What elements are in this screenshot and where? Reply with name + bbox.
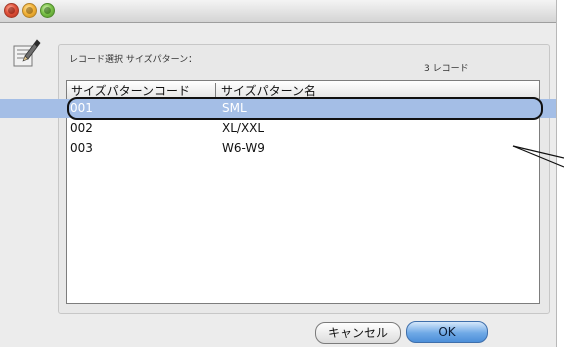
table-row[interactable]: 003 W6-W9	[66, 139, 538, 158]
column-divider[interactable]	[215, 83, 216, 97]
zoom-icon	[44, 7, 51, 14]
ok-button[interactable]: OK	[406, 321, 488, 343]
selection-callout-outline	[67, 97, 543, 120]
title-bar[interactable]	[0, 0, 556, 23]
row-code: 003	[70, 141, 93, 155]
table-row[interactable]: 002 XL/XXL	[66, 119, 538, 138]
minimize-button[interactable]	[22, 3, 37, 18]
row-name: XL/XXL	[222, 121, 265, 135]
close-button[interactable]	[4, 3, 19, 18]
row-code: 002	[70, 121, 93, 135]
record-select-label: レコード選択 サイズパターン：	[69, 55, 198, 65]
dialog-window: レコード選択 サイズパターン： 3 レコード サイズパターンコード サイズパター…	[0, 0, 557, 347]
record-count: 3 レコード	[424, 64, 469, 74]
zoom-button[interactable]	[40, 3, 55, 18]
cancel-button[interactable]: キャンセル	[315, 322, 401, 344]
minimize-icon	[26, 7, 33, 14]
pencil-paper-icon	[13, 39, 41, 67]
close-icon	[8, 7, 15, 14]
row-name: W6-W9	[222, 141, 265, 155]
